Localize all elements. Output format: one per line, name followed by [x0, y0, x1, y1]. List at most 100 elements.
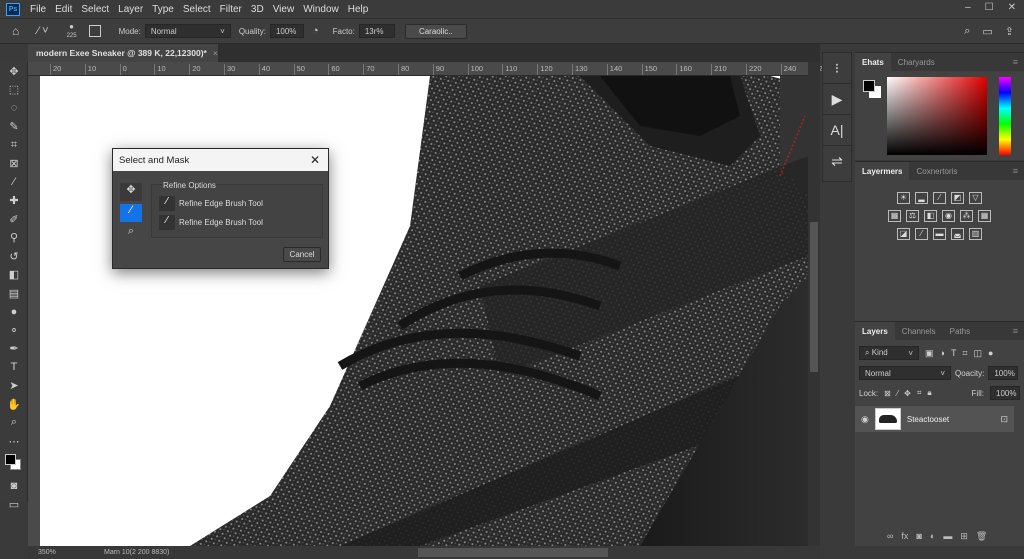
quality-input[interactable]: 100% [269, 24, 304, 38]
filter-pixel-icon[interactable]: ▣ [925, 348, 934, 359]
tab-channels[interactable]: Channels [895, 322, 943, 340]
layer-row[interactable]: ◉ Steactooset ⊡ [855, 406, 1014, 432]
vibrance-icon[interactable]: ▽ [969, 192, 982, 204]
factor-input[interactable]: 13r% [358, 24, 395, 38]
exposure-icon[interactable]: ◩ [951, 192, 964, 204]
cancel-button[interactable]: Cancel [283, 247, 321, 262]
filter-adjustment-icon[interactable]: ◑ [940, 348, 945, 358]
zoom-icon[interactable]: ⌕ [120, 225, 142, 243]
adjustment-layer-icon[interactable]: ◐ [930, 531, 935, 542]
tab-color[interactable]: Ehats [855, 53, 891, 71]
filter-type-icon[interactable]: T [951, 348, 957, 358]
properties-icon[interactable]: ⇌ [823, 146, 851, 177]
pressure-icon[interactable]: ◔ [312, 25, 319, 37]
options-action-button[interactable]: Caraolic.. [404, 23, 467, 39]
marquee-tool-icon[interactable]: ⬚ [0, 81, 28, 100]
brush-tool-icon[interactable]: ✐ [0, 210, 28, 229]
panel-menu-icon[interactable]: ≡ [1013, 326, 1018, 336]
hand-tool-icon[interactable]: ✋ [0, 395, 28, 414]
zoom-level[interactable]: 350% [38, 549, 88, 556]
menu-3d[interactable]: 3D [251, 4, 264, 15]
clone-stamp-icon[interactable]: ⚲ [0, 229, 28, 248]
color-field[interactable] [887, 77, 987, 155]
color-balance-icon[interactable]: ⚖ [906, 210, 919, 222]
channel-mixer-icon[interactable]: ⁂ [960, 210, 973, 222]
type-tool-icon[interactable]: T [0, 358, 28, 377]
panel-menu-icon[interactable]: ≡ [1013, 166, 1018, 176]
menu-select-2[interactable]: Select [183, 4, 211, 15]
close-icon[interactable]: ✕ [310, 153, 320, 167]
more-tools-icon[interactable]: ⋯ [0, 432, 28, 451]
menu-edit[interactable]: Edit [55, 4, 72, 15]
healing-tool-icon[interactable]: ✚ [0, 192, 28, 211]
path-select-icon[interactable]: ➤ [0, 377, 28, 396]
lock-position-icon[interactable]: ✥ [904, 389, 911, 398]
refine-edge-brush-option[interactable]: ⁄ Refine Edge Brush Tool [159, 215, 263, 230]
hue-saturation-icon[interactable]: ▦ [888, 210, 901, 222]
menu-view[interactable]: View [273, 4, 295, 15]
history-brush-icon[interactable]: ↺ [0, 247, 28, 266]
eyedropper-tool-icon[interactable]: ⁄ [0, 173, 28, 192]
tab-swatches[interactable]: Charyards [891, 53, 942, 71]
brush-preset-picker[interactable]: ● 225 [67, 22, 77, 40]
filter-shape-icon[interactable]: ⌗ [962, 348, 967, 359]
visibility-eye-icon[interactable]: ◉ [861, 414, 869, 425]
posterize-icon[interactable]: ⁄ [915, 228, 928, 240]
new-layer-icon[interactable]: ⊞ [960, 531, 968, 542]
refine-brush-icon[interactable]: ⁄ [120, 204, 142, 222]
menu-layer[interactable]: Layer [118, 4, 143, 15]
actions-play-icon[interactable]: ▶ [823, 84, 851, 115]
move-icon[interactable]: ✥ [120, 183, 142, 201]
quick-mask-icon[interactable]: ◙ [0, 477, 28, 496]
lasso-tool-icon[interactable]: ◌ [0, 99, 28, 118]
threshold-icon[interactable]: ▬ [933, 228, 946, 240]
dodge-tool-icon[interactable]: ⚬ [0, 321, 28, 340]
eraser-tool-icon[interactable]: ◧ [0, 266, 28, 285]
lock-pixels-icon[interactable]: ⁄ [897, 389, 898, 398]
curves-icon[interactable]: ⁄ [933, 192, 946, 204]
filter-smart-icon[interactable]: ◫ [974, 348, 983, 359]
brush-tool-icon[interactable]: ⁄ ˅ [37, 25, 48, 37]
color-swatches[interactable] [0, 451, 28, 477]
quick-select-tool-icon[interactable]: ✎ [0, 118, 28, 137]
horizontal-scroll-thumb[interactable] [418, 548, 608, 557]
color-lookup-icon[interactable]: ▦ [978, 210, 991, 222]
levels-icon[interactable]: ▂ [915, 192, 928, 204]
tab-adjustments[interactable]: Layermers [855, 162, 910, 180]
maximize-icon[interactable]: ☐ [985, 2, 994, 13]
tab-layers[interactable]: Layers [855, 322, 895, 340]
add-mask-icon[interactable]: ◙ [916, 531, 921, 542]
lock-all-icon[interactable]: 🔒︎ [927, 388, 931, 398]
lock-transparent-icon[interactable]: ⊠ [884, 389, 891, 398]
frame-tool-icon[interactable]: ⊠ [0, 155, 28, 174]
panel-menu-icon[interactable]: ≡ [1013, 57, 1018, 67]
tab-corrections[interactable]: Coxnertoris [909, 162, 964, 180]
tab-paths[interactable]: Paths [943, 322, 977, 340]
refine-edge-brush-option[interactable]: ⁄ Refine Edge Brush Tool [159, 196, 263, 211]
menu-window[interactable]: Window [303, 4, 339, 15]
workspace-icon[interactable]: ▭ [982, 25, 992, 38]
character-icon[interactable]: A| [823, 115, 851, 146]
document-tab[interactable]: modern Exee Sneaker @ 389 K, 22,12300)* × [28, 44, 218, 62]
layer-name[interactable]: Steactooset [907, 415, 949, 424]
zoom-tool-icon[interactable]: ⌕ [0, 414, 28, 433]
brush-settings-icon[interactable] [88, 25, 101, 37]
pen-tool-icon[interactable]: ✒ [0, 340, 28, 359]
close-tab-icon[interactable]: × [213, 48, 218, 58]
menu-help[interactable]: Help [348, 4, 369, 15]
brightness-icon[interactable]: ☀ [897, 192, 910, 204]
foreground-swatch[interactable] [5, 453, 16, 465]
blur-tool-icon[interactable]: ● [0, 303, 28, 322]
filter-toggle[interactable]: ● [988, 348, 993, 358]
hue-slider[interactable] [999, 77, 1011, 155]
minimize-icon[interactable]: – [965, 2, 971, 13]
search-icon[interactable]: ⌕ [964, 25, 970, 38]
share-icon[interactable]: ⇪ [1005, 25, 1014, 38]
blend-mode-select[interactable]: Normal ˅ [859, 366, 951, 380]
gradient-tool-icon[interactable]: ▤ [0, 284, 28, 303]
lock-artboard-icon[interactable]: ⌗ [917, 388, 922, 398]
fill-input[interactable]: 100% [990, 386, 1020, 400]
selective-color-icon[interactable]: ◛ [951, 228, 964, 240]
menu-file[interactable]: File [30, 4, 46, 15]
invert-icon[interactable]: ◪ [897, 228, 910, 240]
